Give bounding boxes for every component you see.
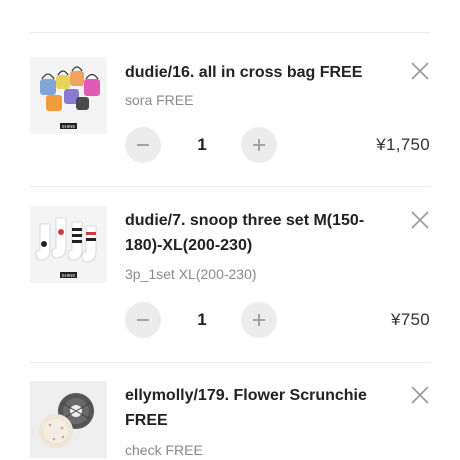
cart-item: SHINE dudie/7. snoop three set M(150-180… — [30, 206, 430, 346]
decrease-quantity-button[interactable] — [125, 302, 161, 338]
svg-text:SHINE: SHINE — [62, 124, 76, 129]
item-divider — [30, 362, 430, 363]
product-thumbnail[interactable]: SHINE — [30, 57, 107, 134]
bags-image: SHINE — [30, 57, 107, 134]
decrease-quantity-button[interactable] — [125, 127, 161, 163]
item-price: ¥1,750 — [376, 135, 430, 154]
top-divider — [30, 32, 430, 33]
socks-image: SHINE — [30, 206, 107, 283]
remove-item-button[interactable] — [410, 61, 430, 81]
minus-icon — [137, 144, 149, 146]
cart-item: SHINE dudie/16. all in cross bag FREE so… — [30, 57, 430, 167]
increase-quantity-button[interactable] — [241, 127, 277, 163]
increase-quantity-button[interactable] — [241, 302, 277, 338]
minus-icon — [137, 319, 149, 321]
close-icon — [411, 386, 429, 404]
product-title[interactable]: ellymolly/179. Flower Scrunchie FREE — [125, 383, 395, 433]
item-price: ¥750 — [390, 310, 430, 329]
product-option: 3p_1set XL(200-230) — [125, 266, 257, 282]
quantity-value: 1 — [197, 135, 207, 154]
product-option: sora FREE — [125, 92, 194, 108]
plus-icon — [253, 314, 265, 326]
product-option: check FREE — [125, 442, 203, 458]
item-divider — [30, 186, 430, 187]
product-title[interactable]: dudie/7. snoop three set M(150-180)-XL(2… — [125, 208, 395, 258]
scrunchie-image — [30, 381, 107, 458]
remove-item-button[interactable] — [410, 210, 430, 230]
svg-text:SHINE: SHINE — [62, 273, 76, 278]
quantity-value: 1 — [197, 310, 207, 329]
close-icon — [411, 211, 429, 229]
plus-icon — [253, 139, 265, 151]
product-thumbnail[interactable]: SHINE — [30, 206, 107, 283]
product-title[interactable]: dudie/16. all in cross bag FREE — [125, 60, 395, 85]
close-icon — [411, 62, 429, 80]
cart-item: ellymolly/179. Flower Scrunchie FREE che… — [30, 381, 430, 460]
remove-item-button[interactable] — [410, 385, 430, 405]
product-thumbnail[interactable] — [30, 381, 107, 458]
